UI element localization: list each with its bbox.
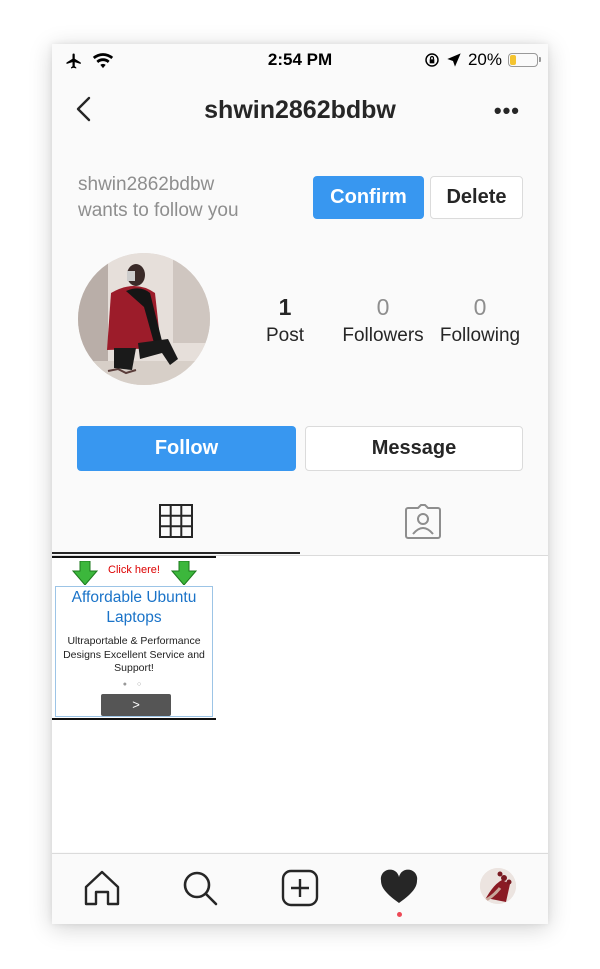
- orientation-lock-icon: [425, 53, 439, 67]
- profile-photo: [78, 253, 210, 385]
- status-bar: 2:54 PM 20%: [52, 44, 548, 78]
- bottom-nav: [52, 853, 548, 924]
- ad-text: Ultraportable & Performance Designs Exce…: [63, 635, 205, 674]
- posts-label: Post: [265, 325, 305, 346]
- battery-icon: [508, 53, 541, 67]
- followers-count: 0: [376, 294, 390, 320]
- nav-activity[interactable]: [379, 868, 419, 908]
- activity-notification-dot: [397, 912, 402, 917]
- activity-heart-icon: [380, 869, 418, 903]
- home-icon: [84, 870, 120, 906]
- profile-tabs: [52, 489, 548, 556]
- ad-title: Affordable Ubuntu Laptops: [71, 589, 197, 626]
- delete-button[interactable]: Delete: [430, 176, 523, 219]
- follow-request-text: shwin2862bdbw wants to follow you: [78, 172, 278, 224]
- add-post-icon: [281, 869, 319, 907]
- phone-screen: 2:54 PM 20% shwin2862bdbw ••• shwin2862b…: [52, 44, 548, 924]
- followers-label: Followers: [342, 325, 424, 346]
- stat-posts[interactable]: 1 Post: [260, 294, 310, 347]
- request-message: wants to follow you: [78, 200, 239, 221]
- profile-header: shwin2862bdbw •••: [52, 84, 548, 134]
- stat-following[interactable]: 0 Following: [435, 294, 525, 347]
- tagged-icon: [405, 504, 441, 539]
- posts-grid: Click here! Affordable Ubuntu Laptops Ul…: [52, 556, 548, 852]
- message-button[interactable]: Message: [305, 426, 523, 471]
- confirm-button[interactable]: Confirm: [313, 176, 424, 219]
- battery-level: [510, 55, 516, 65]
- follow-button[interactable]: Follow: [77, 426, 296, 471]
- following-count: 0: [473, 294, 487, 320]
- request-username: shwin2862bdbw: [78, 174, 215, 195]
- grid-icon: [159, 504, 193, 538]
- ad-card: Affordable Ubuntu Laptops Ultraportable …: [55, 586, 213, 717]
- search-icon: [183, 871, 218, 906]
- profile-avatar[interactable]: [78, 253, 210, 385]
- profile-avatar-icon: [480, 868, 516, 904]
- tab-grid[interactable]: [52, 489, 300, 554]
- nav-search[interactable]: [180, 868, 220, 908]
- more-options-icon[interactable]: •••: [494, 98, 520, 124]
- battery-percent: 20%: [467, 50, 502, 69]
- posts-count: 1: [278, 294, 292, 320]
- nav-home[interactable]: [82, 868, 122, 908]
- post-thumbnail[interactable]: Click here! Affordable Ubuntu Laptops Ul…: [52, 556, 216, 720]
- following-label: Following: [439, 325, 521, 346]
- stat-followers[interactable]: 0 Followers: [337, 294, 429, 347]
- page-title: shwin2862bdbw: [204, 96, 396, 124]
- arrow-down-icon: [171, 561, 197, 585]
- location-arrow-icon: [447, 53, 461, 67]
- nav-profile-avatar[interactable]: [480, 868, 516, 904]
- tab-tagged[interactable]: [300, 489, 548, 554]
- ad-next-button[interactable]: >: [101, 694, 171, 716]
- nav-add-post[interactable]: [280, 868, 320, 908]
- ad-pagination-dots: ● ○: [122, 681, 146, 688]
